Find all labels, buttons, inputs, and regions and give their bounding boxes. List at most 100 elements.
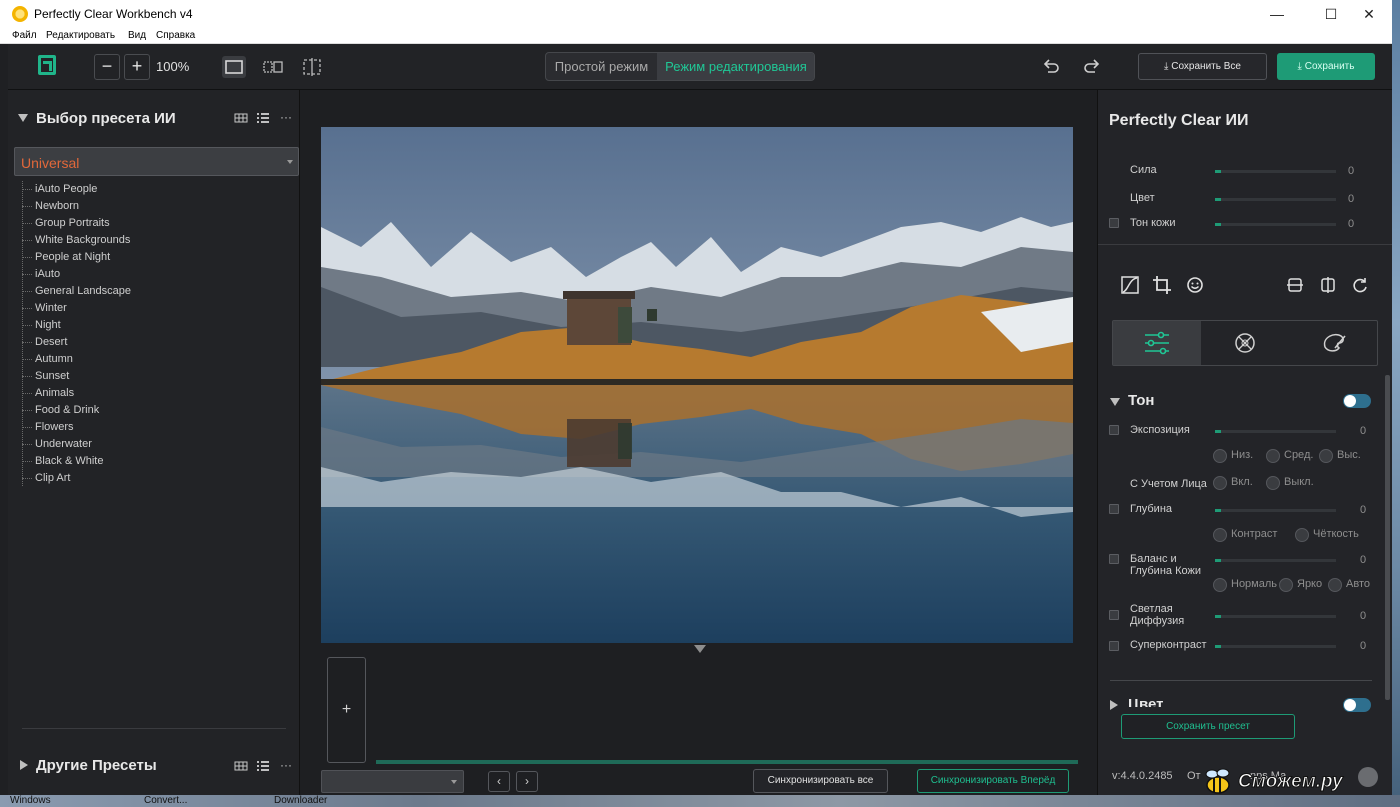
preset-item[interactable]: iAuto People (22, 181, 97, 198)
window-title: Perfectly Clear Workbench v4 (34, 7, 193, 21)
preset-category-select[interactable]: Universal (14, 147, 299, 176)
strength-label: Сила (1130, 164, 1157, 176)
flip-horizontal-icon[interactable] (1318, 275, 1338, 295)
filmstrip-select[interactable] (321, 770, 464, 793)
list-view-icon[interactable] (256, 112, 270, 127)
expand-caret-icon[interactable] (1110, 700, 1118, 710)
save-button[interactable]: ⤓ Сохранить (1277, 53, 1375, 80)
preset-item[interactable]: Animals (22, 385, 74, 402)
preset-item[interactable]: Food & Drink (22, 402, 99, 419)
radio-normal[interactable]: Нормаль (1213, 577, 1277, 593)
list-view-icon[interactable] (256, 760, 270, 775)
radio-bright[interactable]: Ярко (1279, 577, 1322, 593)
panel-scrollbar[interactable] (1385, 375, 1390, 700)
title-bar: Perfectly Clear Workbench v4 — ☐ ✕ (0, 0, 1392, 28)
preset-item[interactable]: Underwater (22, 436, 92, 453)
compare-view-icon[interactable] (300, 56, 324, 78)
app-window: Perfectly Clear Workbench v4 — ☐ ✕ Файл … (0, 0, 1400, 807)
desktop-item[interactable]: Convert... (144, 795, 187, 806)
radio-contrast[interactable]: Контраст (1213, 527, 1277, 543)
save-preset-button[interactable]: Сохранить пресет (1121, 714, 1295, 739)
save-label: Сохранить (1304, 61, 1355, 72)
strength-slider[interactable] (1215, 170, 1336, 173)
filmstrip-toggle-icon[interactable] (694, 645, 706, 653)
preset-item[interactable]: General Landscape (22, 283, 131, 300)
more-options-icon[interactable]: ··· (280, 758, 292, 772)
site-watermark: Сможем.ру (1200, 765, 1390, 799)
preset-item[interactable]: Autumn (22, 351, 73, 368)
more-options-icon[interactable]: ··· (280, 110, 292, 124)
flip-vertical-icon[interactable] (1285, 275, 1305, 295)
curves-icon[interactable] (1120, 275, 1140, 295)
redo-icon[interactable] (1081, 56, 1103, 78)
single-view-icon[interactable] (222, 56, 246, 78)
add-image-button[interactable]: + (327, 657, 366, 763)
exposure-slider[interactable] (1215, 430, 1336, 433)
preset-item[interactable]: People at Night (22, 249, 110, 266)
tone-section-title: Тон (1128, 392, 1155, 409)
split-view-icon[interactable] (261, 56, 285, 78)
strength-value: 0 (1348, 165, 1355, 177)
preset-item[interactable]: Sunset (22, 368, 69, 385)
radio-medium[interactable]: Сред. (1266, 448, 1313, 464)
menu-view[interactable]: Вид (128, 30, 146, 41)
radio-high[interactable]: Выс. (1319, 448, 1361, 464)
supercontrast-slider[interactable] (1215, 645, 1336, 648)
zoom-out-button[interactable]: − (94, 54, 120, 80)
color-slider[interactable] (1215, 198, 1336, 201)
menu-file[interactable]: Файл (12, 30, 37, 41)
rotate-icon[interactable] (1350, 275, 1370, 295)
photo-preview[interactable] (321, 127, 1073, 643)
light-diffusion-slider[interactable] (1215, 615, 1336, 618)
tone-toggle[interactable] (1343, 394, 1371, 408)
skin-balance-slider[interactable] (1215, 559, 1336, 562)
version-label: v:4.4.0.2485 (1112, 770, 1173, 782)
preset-item[interactable]: Group Portraits (22, 215, 110, 232)
section-divider (1110, 680, 1372, 681)
crop-logo-icon[interactable] (38, 55, 56, 75)
menu-help[interactable]: Справка (156, 30, 195, 41)
skin-tone-slider[interactable] (1215, 223, 1336, 226)
crop-icon[interactable] (1152, 275, 1172, 295)
close-button[interactable]: ✕ (1346, 0, 1392, 28)
face-icon[interactable] (1185, 275, 1205, 295)
radio-low[interactable]: Низ. (1213, 448, 1253, 464)
preset-item[interactable]: Desert (22, 334, 67, 351)
desktop-item[interactable]: Windows (10, 795, 51, 806)
radio-clarity[interactable]: Чёткость (1295, 527, 1359, 543)
preset-item[interactable]: Clip Art (22, 470, 70, 487)
undo-icon[interactable] (1040, 56, 1062, 78)
preset-item[interactable]: Winter (22, 300, 67, 317)
grid-view-icon[interactable] (234, 112, 248, 127)
preset-item[interactable]: Black & White (22, 453, 103, 470)
preset-item[interactable]: iAuto (22, 266, 60, 283)
next-image-button[interactable]: › (516, 771, 538, 792)
depth-slider[interactable] (1215, 509, 1336, 512)
previous-image-button[interactable]: ‹ (488, 771, 510, 792)
sync-all-button[interactable]: Синхронизировать все (753, 769, 888, 793)
expand-caret-icon[interactable] (20, 760, 28, 770)
tab-adjustments[interactable] (1113, 321, 1201, 365)
collapse-caret-icon[interactable] (18, 114, 28, 122)
tab-color-wheel[interactable] (1201, 321, 1289, 365)
simple-mode-tab[interactable]: Простой режим (546, 53, 657, 80)
preset-item[interactable]: Flowers (22, 419, 74, 436)
collapse-caret-icon[interactable] (1110, 398, 1120, 406)
edit-mode-tab[interactable]: Режим редактирования (657, 53, 814, 80)
zoom-in-button[interactable]: + (124, 54, 150, 80)
grid-view-icon[interactable] (234, 760, 248, 775)
menu-edit[interactable]: Редактировать (46, 30, 115, 41)
sync-forward-button[interactable]: Синхронизировать Вперёд (917, 769, 1069, 793)
preset-item[interactable]: Newborn (22, 198, 79, 215)
minimize-button[interactable]: — (1254, 0, 1300, 28)
preset-item[interactable]: Night (22, 317, 61, 334)
save-all-button[interactable]: ⤓ Сохранить Все (1138, 53, 1267, 80)
color-toggle[interactable] (1343, 698, 1371, 712)
radio-auto[interactable]: Авто (1328, 577, 1370, 593)
skin-tone-label: Тон кожи (1130, 217, 1176, 229)
radio-on[interactable]: Вкл. (1213, 475, 1253, 491)
tab-creative[interactable] (1289, 321, 1377, 365)
radio-off[interactable]: Выкл. (1266, 475, 1314, 491)
preset-item[interactable]: White Backgrounds (22, 232, 130, 249)
desktop-item[interactable]: Downloader (274, 795, 327, 806)
